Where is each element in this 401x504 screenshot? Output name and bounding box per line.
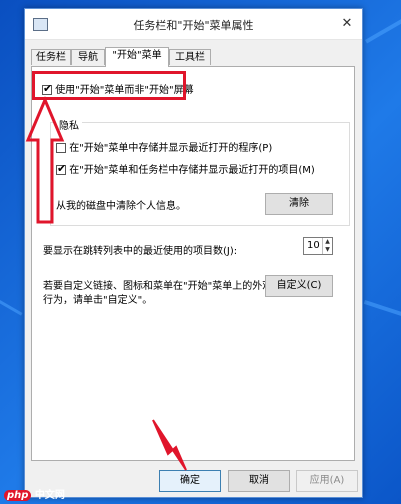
desktop-ray [365,5,401,44]
store-programs-option[interactable]: 在"开始"菜单中存储并显示最近打开的程序(P) [56,139,272,154]
watermark-text: 中文网 [34,490,65,501]
jump-list-spinner[interactable]: 10 ▲ ▼ [303,237,333,255]
tab-taskbar[interactable]: 任务栏 [31,49,71,65]
spin-down-icon[interactable]: ▼ [323,246,332,254]
store-items-label: 在"开始"菜单和任务栏中存储并显示最近打开的项目(M) [69,165,315,176]
tab-start-menu[interactable]: "开始"菜单 [105,47,169,67]
jump-list-value: 10 [307,240,320,251]
close-button[interactable]: ✕ [338,16,356,32]
customize-text-line2: 行为，请单击"自定义"。 [43,295,153,306]
apply-button[interactable]: 应用(A) [296,470,358,492]
store-programs-checkbox[interactable] [56,143,66,153]
clear-button[interactable]: 清除 [265,193,333,215]
spinner-buttons: ▲ ▼ [322,238,332,254]
tab-toolbars[interactable]: 工具栏 [169,49,211,65]
watermark-badge: php [4,490,32,501]
customize-text-line1: 若要自定义链接、图标和菜单在"开始"菜单上的外观和 [43,281,283,292]
store-items-option[interactable]: ✔ 在"开始"菜单和任务栏中存储并显示最近打开的项目(M) [56,161,315,176]
spin-up-icon[interactable]: ▲ [323,238,332,246]
desktop-ray [0,300,23,316]
store-items-checkbox[interactable]: ✔ [56,162,67,175]
window-title: 任务栏和"开始"菜单属性 [133,19,254,32]
clear-info-text: 从我的磁盘中清除个人信息。 [56,201,186,212]
jump-list-label: 要显示在跳转列表中的最近使用的项目数(J): [43,246,238,257]
tab-navigation[interactable]: 导航 [71,49,105,65]
privacy-group-label: 隐私 [56,117,82,132]
cancel-button[interactable]: 取消 [228,470,290,492]
check-mark-icon: ✔ [57,162,67,175]
title-bar: 任务栏和"开始"菜单属性 ✕ [25,9,362,40]
customize-button[interactable]: 自定义(C) [265,275,333,297]
site-watermark: php 中文网 [4,486,65,501]
desktop-ray [363,300,401,323]
annotation-highlight-box [32,71,186,100]
ok-button[interactable]: 确定 [159,470,221,492]
start-menu-panel: ✔ 使用"开始"菜单而非"开始"屏幕 隐私 在"开始"菜单中存储并显示最近打开的… [31,66,355,461]
store-programs-label: 在"开始"菜单中存储并显示最近打开的程序(P) [69,143,273,154]
